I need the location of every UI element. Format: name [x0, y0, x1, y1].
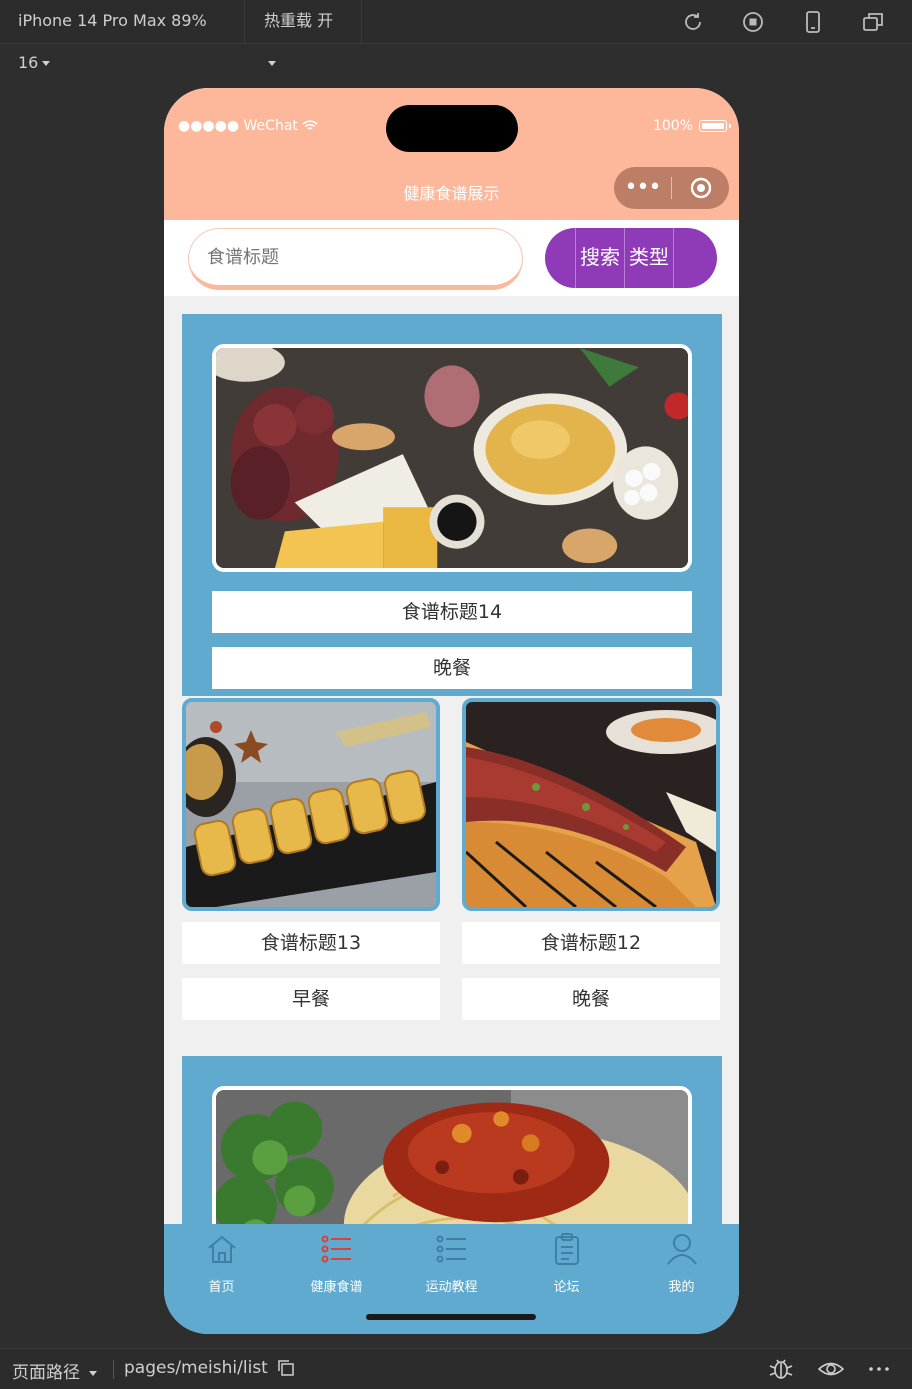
- battery-status: 100%: [652, 118, 731, 134]
- hot-reload-label: 热重载 开: [264, 11, 334, 30]
- recipe-title: 食谱标题14: [212, 591, 692, 633]
- tab-recipes[interactable]: 健康食谱: [279, 1232, 394, 1295]
- home-indicator: [366, 1314, 536, 1320]
- recipe-image: [212, 1086, 692, 1224]
- tab-bar: 首页 健康食谱 运动教程 论坛 我的: [164, 1224, 739, 1334]
- search-bar: 搜索 类型: [164, 220, 739, 296]
- close-miniprogram-button[interactable]: [672, 176, 729, 200]
- divider: [113, 1360, 114, 1379]
- tab-label: 论坛: [553, 1280, 580, 1295]
- page-path-text: pages/meishi/list: [124, 1358, 268, 1378]
- chevron-down-icon: [89, 1370, 98, 1376]
- recipe-category: 晚餐: [212, 647, 692, 689]
- home-icon: [207, 1235, 236, 1263]
- rolls-image: [186, 702, 436, 907]
- tab-label: 运动教程: [425, 1280, 478, 1295]
- device-selector[interactable]: iPhone 14 Pro Max 89% 16: [0, 0, 245, 72]
- menu-capsule: •••: [614, 167, 729, 209]
- battery-percent: 100%: [652, 118, 693, 134]
- tab-home[interactable]: 首页: [164, 1232, 279, 1295]
- recipe-title: 食谱标题13: [182, 922, 440, 964]
- phone-preview-icon[interactable]: [801, 10, 825, 34]
- ide-status-bar: 页面路径 pages/meishi/list: [0, 1348, 912, 1389]
- recipe-card[interactable]: 食谱标题13 早餐: [182, 698, 440, 1020]
- recipe-image: [212, 344, 692, 572]
- more-icon[interactable]: [866, 1357, 892, 1381]
- recipe-category: 早餐: [182, 978, 440, 1020]
- chevron-down-icon: [268, 61, 276, 66]
- ide-toolbar: iPhone 14 Pro Max 89% 16 热重载 开: [0, 0, 912, 72]
- list-icon: [321, 1235, 351, 1263]
- recipe-card[interactable]: 食谱标题14 晚餐: [182, 314, 722, 696]
- recipe-category: 晚餐: [462, 978, 720, 1020]
- search-button[interactable]: 搜索: [575, 228, 624, 288]
- carrier-label: ●●●●● WeChat: [178, 118, 318, 134]
- tab-label: 我的: [668, 1280, 695, 1295]
- list-icon: [436, 1235, 466, 1263]
- spaghetti-image: [216, 1090, 688, 1224]
- recipe-card[interactable]: 食谱标题12 晚餐: [462, 698, 720, 1020]
- path-label[interactable]: 页面路径: [12, 1358, 98, 1383]
- recipe-list: 食谱标题14 晚餐 食谱标题13 早餐 食谱标题12 晚餐: [164, 296, 739, 1224]
- eye-icon[interactable]: [818, 1357, 844, 1381]
- path-label-text: 页面路径: [12, 1363, 80, 1383]
- chevron-down-icon: [42, 61, 51, 66]
- recipe-image: [182, 698, 440, 911]
- type-button[interactable]: 类型: [624, 228, 674, 288]
- tab-label: 首页: [208, 1280, 235, 1295]
- stop-icon[interactable]: [741, 10, 765, 34]
- wrap-image: [466, 702, 716, 907]
- wifi-icon: [302, 120, 318, 130]
- recipe-image: [462, 698, 720, 911]
- charcuterie-image: [216, 348, 688, 568]
- tab-label: 健康食谱: [310, 1280, 363, 1295]
- phone-simulator: ●●●●● WeChat 100% 健康食谱展示 ••• 搜索 类型: [164, 88, 739, 1334]
- search-input[interactable]: [188, 228, 523, 290]
- tab-mine[interactable]: 我的: [624, 1232, 739, 1295]
- search-button-group: 搜索 类型: [545, 228, 717, 288]
- more-button[interactable]: •••: [614, 167, 671, 209]
- tab-exercise[interactable]: 运动教程: [394, 1232, 509, 1295]
- dynamic-island: [386, 105, 518, 152]
- tab-forum[interactable]: 论坛: [509, 1232, 624, 1295]
- battery-icon: [699, 120, 731, 132]
- bug-icon[interactable]: [768, 1357, 794, 1381]
- hot-reload-toggle[interactable]: 热重载 开: [246, 0, 362, 66]
- recipe-title: 食谱标题12: [462, 922, 720, 964]
- clipboard-icon: [554, 1233, 579, 1265]
- copy-icon[interactable]: [277, 1359, 295, 1377]
- page-path: pages/meishi/list: [124, 1358, 295, 1378]
- target-icon: [690, 177, 711, 199]
- user-icon: [666, 1234, 697, 1265]
- refresh-icon[interactable]: [681, 10, 705, 34]
- detach-window-icon[interactable]: [861, 10, 885, 34]
- header: ●●●●● WeChat 100% 健康食谱展示 •••: [164, 88, 739, 220]
- carrier-text: ●●●●● WeChat: [178, 118, 298, 134]
- recipe-card[interactable]: [182, 1056, 722, 1224]
